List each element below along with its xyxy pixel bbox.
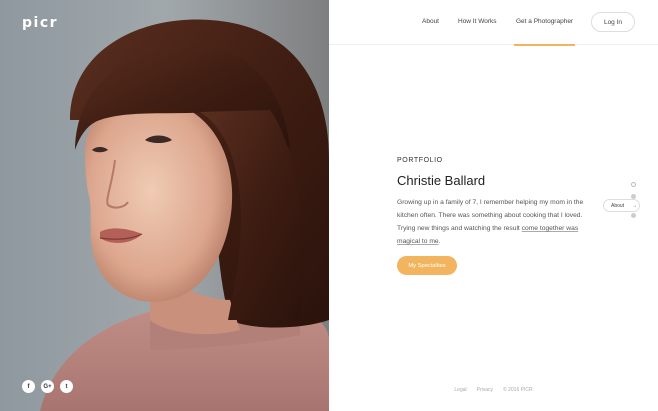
pagination-tooltip[interactable]: About → [603, 199, 640, 212]
top-navigation: About How It Works Get a Photographer Lo… [329, 0, 658, 46]
social-links: f G+ t [22, 380, 73, 393]
arrow-right-icon: → [632, 202, 638, 209]
facebook-icon[interactable]: f [22, 380, 35, 393]
nav-how-it-works[interactable]: How It Works [458, 18, 497, 25]
nav-about[interactable]: About [422, 18, 439, 25]
footer-privacy-link[interactable]: Privacy [477, 387, 493, 393]
photographer-name: Christie Ballard [397, 173, 486, 188]
pagination-dot[interactable] [631, 213, 636, 218]
hero-photo: picr f G+ t [0, 0, 329, 411]
portrait-illustration [0, 0, 329, 411]
section-eyebrow: PORTFOLIO [397, 157, 443, 164]
twitter-icon[interactable]: t [60, 380, 73, 393]
google-plus-icon[interactable]: G+ [41, 380, 54, 393]
my-specialties-button[interactable]: My Specialties [397, 256, 457, 275]
footer: Legal Privacy © 2016 PICR [329, 387, 658, 393]
bio-end: . [438, 238, 441, 245]
nav-get-a-photographer[interactable]: Get a Photographer [513, 18, 576, 46]
pagination-dot[interactable] [631, 182, 636, 187]
footer-legal-link[interactable]: Legal [454, 387, 466, 393]
login-button[interactable]: Log In [591, 12, 635, 32]
content-panel: About How It Works Get a Photographer Lo… [329, 0, 658, 411]
bio-paragraph: Growing up in a family of 7, I remember … [397, 196, 597, 248]
brand-logo[interactable]: picr [22, 15, 58, 31]
pagination-tooltip-label: About [611, 202, 625, 209]
footer-copyright: © 2016 PICR [503, 387, 533, 393]
